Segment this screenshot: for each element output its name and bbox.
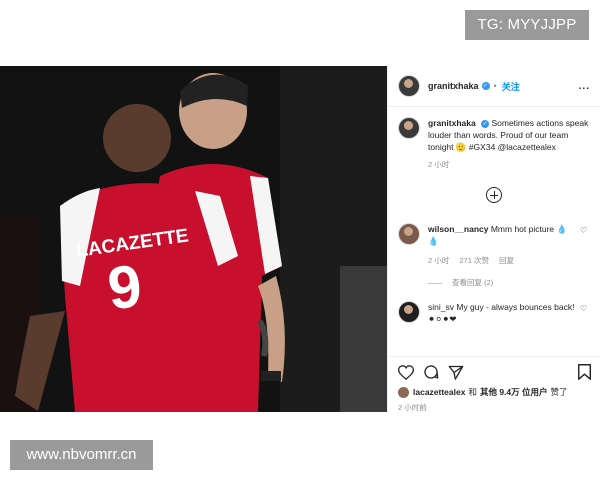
follow-button[interactable]: 关注 (502, 80, 520, 93)
heart-icon[interactable] (398, 364, 414, 380)
view-replies-label[interactable]: 查看回复 (2) (452, 277, 493, 289)
caption: granitxhaka ✓ Sometimes actions speak lo… (398, 117, 590, 171)
comment-username[interactable]: wilson__nancy (428, 224, 488, 234)
caption-avatar[interactable] (398, 117, 420, 139)
players-illustration: ER LACAZETTE 9 (0, 66, 387, 412)
post-side-panel: granitxhaka ✓ • 关注 ... granitxhaka ✓ Som… (387, 66, 600, 412)
header-username[interactable]: granitxhaka (428, 81, 479, 91)
post-photo: ER LACAZETTE 9 (0, 66, 387, 412)
load-more-comments-icon[interactable] (486, 187, 502, 203)
comments-list: granitxhaka ✓ Sometimes actions speak lo… (388, 107, 600, 325)
watermark-top: TG: MYYJJPP (465, 10, 589, 40)
likes-and: 和 (468, 387, 477, 397)
jersey-number: 9 (105, 252, 145, 322)
caption-time: 2 小时 (428, 160, 450, 169)
liker-username[interactable]: lacazettealex (413, 387, 465, 397)
view-replies[interactable]: 查看回复 (2) (428, 277, 590, 289)
comment-username[interactable]: sini_sv (428, 302, 454, 312)
verified-badge-icon: ✓ (481, 82, 490, 90)
reply-button[interactable]: 回复 (499, 256, 514, 265)
watermark-bottom: www.nbvomrr.cn (10, 440, 153, 470)
comment-avatar[interactable] (398, 301, 420, 323)
caption-username[interactable]: granitxhaka (428, 118, 476, 128)
likes-others[interactable]: 其他 9.4万 位用户 (480, 386, 548, 398)
comment-like-heart-icon[interactable]: ♡ (580, 303, 590, 325)
comment-likes[interactable]: 271 次赞 (459, 256, 489, 265)
comment-icon[interactable] (423, 364, 439, 380)
comment-avatar[interactable] (398, 223, 420, 245)
comment-time: 2 小时 (428, 256, 450, 265)
comment-meta: 2 小时 271 次赞 回复 (428, 255, 576, 267)
post-time: 2 小时前 (398, 403, 427, 412)
bookmark-icon[interactable] (578, 364, 591, 380)
comment-item: wilson__nancy Mmm hot picture 💧💧 2 小时 27… (398, 223, 590, 267)
share-icon[interactable] (448, 365, 464, 380)
comment-item: sini_sv My guy - always bounces back! ⚫⚪… (398, 301, 590, 325)
verified-badge-icon: ✓ (481, 119, 490, 128)
comment-like-heart-icon[interactable]: ♡ (580, 225, 590, 267)
likes-suffix: 赞了 (550, 387, 568, 397)
replies-line (428, 282, 442, 284)
more-options-icon[interactable]: ... (579, 81, 590, 92)
avatar[interactable] (398, 75, 420, 97)
liker-avatar[interactable] (398, 386, 409, 398)
likes-summary: lacazettealex 和 其他 9.4万 位用户 赞了 (398, 386, 591, 398)
post-actions: lacazettealex 和 其他 9.4万 位用户 赞了 2 小时前 (388, 356, 600, 412)
action-icons (398, 363, 591, 381)
instagram-post: ER LACAZETTE 9 granitxhaka ✓ • 关注 ... (0, 66, 600, 412)
dot-separator: • (493, 81, 497, 91)
post-header: granitxhaka ✓ • 关注 ... (388, 66, 600, 107)
